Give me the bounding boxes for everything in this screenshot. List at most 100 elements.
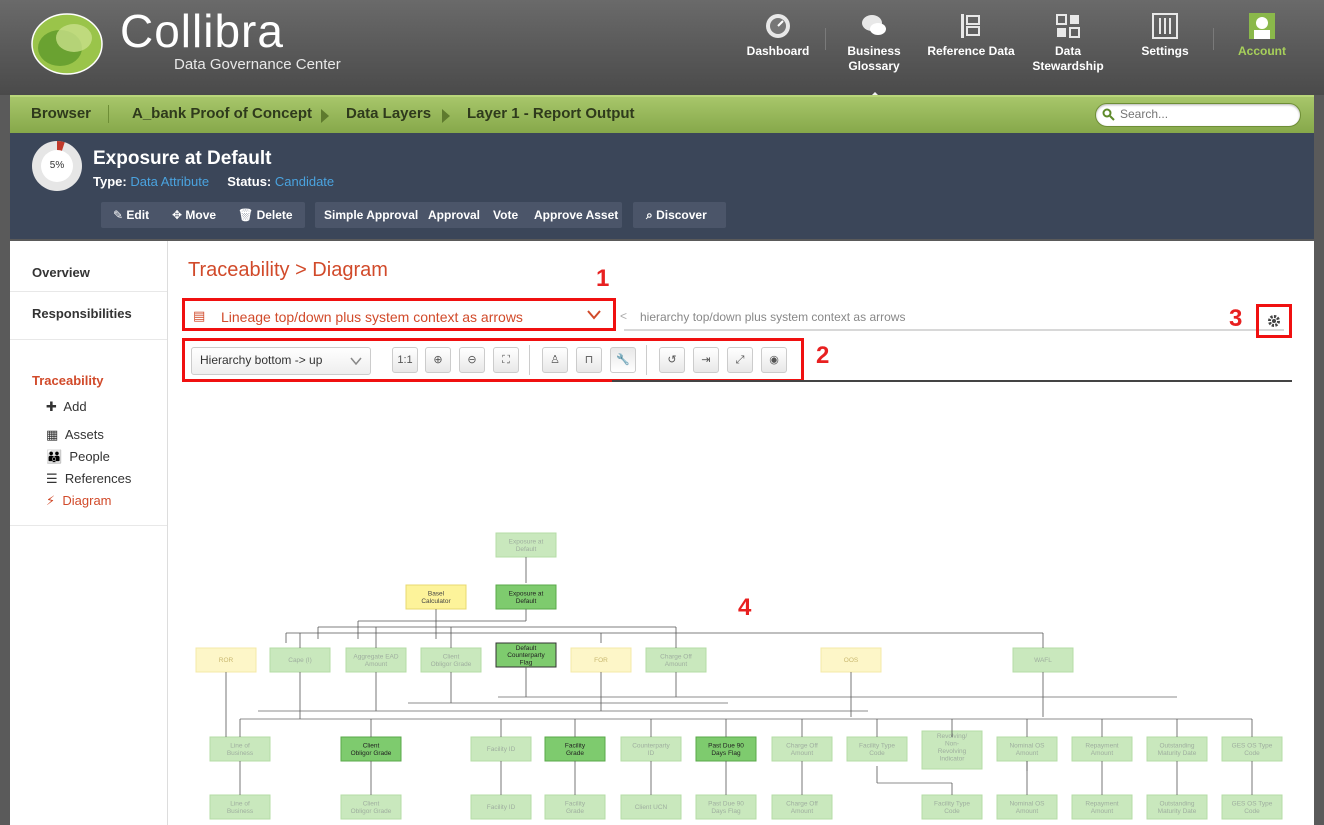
diagram-node-label: Past Due 90 (708, 801, 744, 808)
search-input[interactable] (1118, 106, 1297, 122)
progress-donut: 5% (32, 141, 82, 191)
diagram-node-label: ROR (219, 657, 234, 664)
diagram-node-label: Facility (565, 743, 586, 750)
diagram-node-label: Amount (1016, 808, 1039, 815)
move-button[interactable]: ✥ Move (172, 208, 216, 222)
diagram-node-label: Counterparty (632, 743, 670, 750)
diagram-node-label: Charge Off (786, 801, 818, 808)
diagram-node-label: Flag (520, 659, 533, 666)
diagram-icon: ⚡ (46, 493, 56, 508)
move-icon: ✥ (172, 208, 183, 222)
sidebar-item-add[interactable]: ✚ Add (46, 399, 87, 415)
breadcrumb-item[interactable]: Layer 1 - Report Output (467, 105, 635, 122)
stewardship-icon (1056, 14, 1080, 38)
logo-name: Collibra (120, 5, 284, 57)
sidebar-item-label: People (69, 449, 110, 464)
top-bar: Collibra Data Governance Center Dashboar… (0, 0, 1324, 100)
diagram-node-label: Code (1244, 808, 1260, 815)
diagram-node-label: OOS (844, 657, 859, 664)
sidebar-divider (10, 291, 167, 292)
nav-data-stewardship[interactable]: Data Stewardship (1020, 12, 1116, 74)
sidebar-item-people[interactable]: 👪 People (46, 449, 110, 465)
list-icon: ☰ (46, 471, 58, 486)
diagram-node-label: Default (516, 645, 537, 652)
nav-label: Reference Data (927, 44, 1015, 58)
diagram-node-label: Default (516, 598, 537, 605)
progress-label: 5% (41, 150, 73, 182)
diagram-node-label: Exposure at (509, 591, 544, 598)
sidebar-item-label: Add (63, 399, 87, 414)
type-value[interactable]: Data Attribute (130, 174, 209, 189)
collibra-logo-icon (31, 13, 103, 75)
nav-business-glossary[interactable]: Business Glossary (826, 12, 922, 100)
diagram-node-label: Facility ID (487, 804, 516, 811)
diagram-node-label: Facility Type (934, 801, 970, 808)
diagram-node-label: Past Due 90 (708, 743, 744, 750)
diagram-node-label: Amount (665, 661, 688, 668)
type-label: Type: (93, 174, 127, 189)
diagram-node-label: Amount (791, 808, 814, 815)
asset-meta: Type: Data Attribute Status: Candidate (93, 174, 334, 189)
diagram-node-label: Client UCN (635, 804, 668, 811)
nav-dashboard[interactable]: Dashboard (730, 12, 826, 59)
diagram-node-label: Grade (566, 808, 584, 815)
diagram-node-label: ID (648, 750, 655, 757)
status-value[interactable]: Candidate (275, 174, 334, 189)
breadcrumb-separator (108, 105, 109, 123)
people-icon: 👪 (46, 449, 63, 464)
diagram-node-label: Days Flag (711, 750, 741, 757)
asset-header: 5% Exposure at Default Type: Data Attrib… (10, 133, 1314, 239)
breadcrumb-arrow-icon (442, 109, 450, 123)
diagram-node-label: FOR (594, 657, 608, 664)
nav-settings[interactable]: Settings (1117, 12, 1213, 59)
diagram-node-label: Default (516, 546, 537, 553)
diagram-node-label: Facility ID (487, 746, 516, 753)
diagram-node-label: Maturity Date (1158, 750, 1197, 757)
asset-title: Exposure at Default (93, 148, 272, 169)
breadcrumb-item[interactable]: Browser (31, 105, 91, 122)
sidebar-item-label: References (64, 471, 132, 486)
breadcrumb: Browser A_bank Proof of Concept Data Lay… (10, 95, 1314, 133)
delete-button-label: Delete (256, 208, 293, 222)
diagram-node-label: Repayment (1085, 801, 1118, 808)
diagram-node-label: Client (363, 743, 380, 750)
breadcrumb-item[interactable]: Data Layers (346, 105, 431, 122)
trash-icon: 🗑 (238, 208, 254, 222)
sidebar-divider (10, 525, 167, 526)
sidebar-item-traceability[interactable]: Traceability (32, 373, 104, 388)
discover-button-label: Discover (656, 208, 707, 222)
diagram-node-label: Outstanding (1159, 743, 1194, 750)
table-icon: ▦ (46, 427, 59, 442)
diagram-node-label: Charge Off (660, 654, 692, 661)
sidebar-item-diagram[interactable]: ⚡ Diagram (46, 493, 112, 509)
edit-button[interactable]: ✎ Edit (113, 208, 149, 222)
sliders-icon (1152, 13, 1178, 39)
nav-reference-data[interactable]: Reference Data (923, 12, 1019, 59)
delete-button[interactable]: 🗑 Delete (238, 208, 293, 222)
diagram-node-label: Charge Off (786, 743, 818, 750)
nav-account[interactable]: Account (1214, 12, 1310, 59)
approval-button[interactable]: Approval (428, 208, 480, 222)
sidebar-item-assets[interactable]: ▦ Assets (46, 427, 104, 443)
simple-approval-button[interactable]: Simple Approval (324, 208, 418, 222)
nav-label: Account (1238, 44, 1286, 58)
vote-button[interactable]: Vote (493, 208, 518, 222)
lineage-diagram[interactable]: Exposure atDefaultBaselCalculatorExposur… (168, 241, 1314, 825)
diagram-node-label: Amount (1091, 808, 1114, 815)
diagram-node-label: Amount (365, 661, 388, 668)
discover-button[interactable]: ⌕ Discover (646, 208, 707, 223)
breadcrumb-item[interactable]: A_bank Proof of Concept (132, 105, 312, 122)
breadcrumb-arrow-icon (321, 109, 329, 123)
diagram-node-label: WAFL (1034, 657, 1052, 664)
nav-label: Dashboard (746, 44, 810, 58)
sidebar-item-responsibilities[interactable]: Responsibilities (32, 306, 132, 321)
reference-data-icon (961, 14, 980, 38)
sidebar-item-references[interactable]: ☰ References (46, 471, 131, 487)
approve-asset-button[interactable]: Approve Asset (534, 208, 618, 222)
diagram-node-label: Code (869, 750, 885, 757)
speech-bubbles-icon (862, 15, 886, 35)
diagram-node-label: Code (1244, 750, 1260, 757)
search-icon (1102, 108, 1115, 121)
sidebar-item-overview[interactable]: Overview (32, 265, 90, 280)
diagram-node-label: Amount (791, 750, 814, 757)
